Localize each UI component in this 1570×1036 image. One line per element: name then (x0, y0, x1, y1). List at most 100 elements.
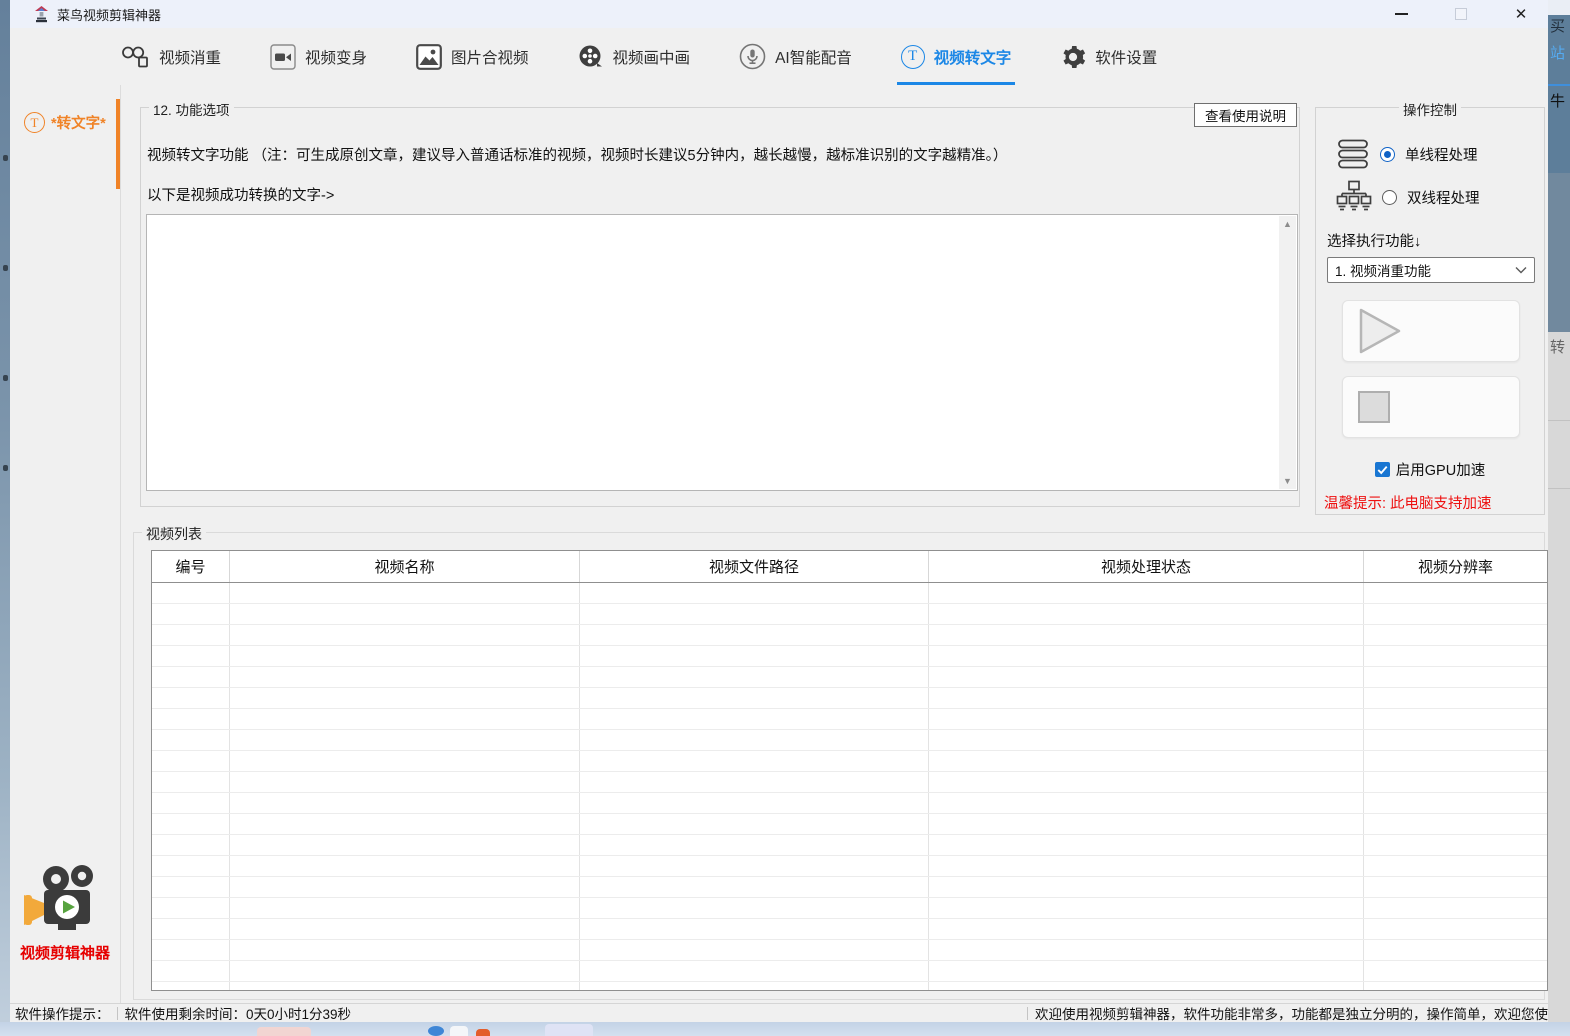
table-cell (152, 814, 230, 834)
clipped-char: 买 (1550, 19, 1565, 35)
tab-picture-in-picture[interactable]: 视频画中画 (578, 28, 691, 85)
table-cell (230, 625, 580, 645)
col-header-status[interactable]: 视频处理状态 (929, 551, 1364, 582)
tab-video-transform[interactable]: 视频变身 (270, 28, 367, 85)
tab-ai-dubbing[interactable]: AI智能配音 (739, 28, 852, 85)
scroll-up-icon[interactable]: ▲ (1283, 216, 1292, 232)
nav-tab-bar: 视频消重 视频变身 (10, 28, 1548, 85)
tab-image-to-video[interactable]: 图片合视频 (416, 28, 529, 85)
table-row[interactable] (152, 667, 1547, 688)
vertical-scrollbar[interactable]: ▲ ▼ (1279, 216, 1296, 489)
table-cell (929, 835, 1364, 855)
table-row[interactable] (152, 751, 1547, 772)
table-row[interactable] (152, 772, 1547, 793)
table-row[interactable] (152, 625, 1547, 646)
table-cell (580, 877, 929, 897)
table-cell (230, 688, 580, 708)
groupbox-title: 12. 功能选项 (149, 99, 234, 119)
table-row[interactable] (152, 793, 1547, 814)
table-cell (230, 856, 580, 876)
table-cell (230, 793, 580, 813)
table-cell (929, 583, 1364, 603)
table-row[interactable] (152, 604, 1547, 625)
single-thread-radio[interactable] (1380, 147, 1395, 162)
double-thread-label: 双线程处理 (1407, 187, 1480, 208)
table-cell (929, 751, 1364, 771)
scroll-down-icon[interactable]: ▼ (1283, 473, 1292, 489)
table-row[interactable] (152, 646, 1547, 667)
table-cell (152, 730, 230, 750)
gear-icon (1060, 44, 1086, 70)
table-cell (580, 940, 929, 960)
table-cell (230, 877, 580, 897)
stop-icon (1357, 390, 1391, 424)
table-cell (929, 604, 1364, 624)
minimize-button[interactable] (1388, 2, 1414, 26)
start-button[interactable] (1342, 300, 1520, 362)
stop-button[interactable] (1342, 376, 1520, 438)
col-header-number[interactable]: 编号 (152, 551, 230, 582)
function-select[interactable]: 1. 视频消重功能 (1327, 257, 1535, 283)
table-cell (929, 688, 1364, 708)
table-cell (1364, 982, 1547, 991)
table-row[interactable] (152, 814, 1547, 835)
table-cell (580, 814, 929, 834)
table-row[interactable] (152, 961, 1547, 982)
feature-description: 视频转文字功能 （注：可生成原创文章，建议导入普通话标准的视频，视频时长建议5分… (147, 144, 1007, 165)
table-cell (152, 961, 230, 981)
table-cell (929, 856, 1364, 876)
table-cell (929, 982, 1364, 991)
tab-video-to-text[interactable]: T 视频转文字 (901, 28, 1012, 85)
table-row[interactable] (152, 919, 1547, 940)
table-row[interactable] (152, 940, 1547, 961)
table-row[interactable] (152, 877, 1547, 898)
video-table-body (152, 583, 1547, 991)
divider (120, 85, 121, 1005)
col-header-resolution[interactable]: 视频分辨率 (1364, 551, 1547, 582)
table-row[interactable] (152, 688, 1547, 709)
double-thread-radio[interactable] (1382, 190, 1397, 205)
table-cell (580, 625, 929, 645)
table-cell (1364, 625, 1547, 645)
maximize-button[interactable] (1448, 2, 1474, 26)
table-row[interactable] (152, 856, 1547, 877)
sidebar-item-to-text[interactable]: T *转文字* (24, 112, 106, 133)
tab-settings[interactable]: 软件设置 (1060, 28, 1157, 85)
table-cell (1364, 835, 1547, 855)
table-cell (230, 583, 580, 603)
gpu-checkbox[interactable] (1375, 462, 1390, 477)
table-cell (152, 709, 230, 729)
table-row[interactable] (152, 709, 1547, 730)
table-cell (152, 772, 230, 792)
tab-label: 视频消重 (159, 46, 221, 68)
table-row[interactable] (152, 898, 1547, 919)
tab-video-dedupe[interactable]: 视频消重 (120, 28, 221, 85)
single-thread-stack-icon (1336, 138, 1370, 170)
transcript-textarea[interactable]: ▲ ▼ (146, 214, 1298, 491)
sidebar: T *转文字* 视频剪辑神器 (10, 85, 120, 1005)
text-t-icon: T (24, 112, 45, 133)
table-cell (152, 898, 230, 918)
divider (1027, 1007, 1028, 1020)
table-row[interactable] (152, 730, 1547, 751)
table-cell (580, 898, 929, 918)
single-thread-row: 单线程处理 (1336, 138, 1478, 170)
table-cell (230, 961, 580, 981)
clipped-char: 站 (1550, 46, 1565, 62)
table-row[interactable] (152, 835, 1547, 856)
table-cell (929, 919, 1364, 939)
tab-label: 软件设置 (1095, 46, 1157, 68)
table-cell (230, 646, 580, 666)
table-row[interactable] (152, 982, 1547, 991)
table-cell (152, 751, 230, 771)
col-header-name[interactable]: 视频名称 (230, 551, 580, 582)
view-instructions-button[interactable]: 查看使用说明 (1194, 103, 1297, 127)
table-cell (580, 709, 929, 729)
video-table[interactable]: 编号 视频名称 视频文件路径 视频处理状态 视频分辨率 (151, 550, 1548, 991)
table-cell (1364, 940, 1547, 960)
close-button[interactable]: ✕ (1508, 2, 1534, 26)
col-header-path[interactable]: 视频文件路径 (580, 551, 929, 582)
table-row[interactable] (152, 583, 1547, 604)
table-cell (230, 730, 580, 750)
table-cell (929, 646, 1364, 666)
